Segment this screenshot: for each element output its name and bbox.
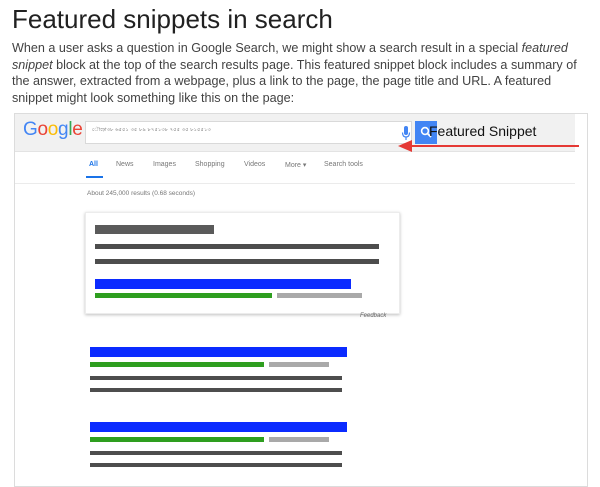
intro-text-rest: block at the top of the search results p…: [12, 57, 577, 105]
result-description-line: [90, 376, 342, 380]
result-url: [90, 362, 264, 367]
featured-snippet-callout-label: Featured Snippet: [429, 123, 537, 139]
tab-search-tools[interactable]: Search tools: [324, 161, 363, 168]
result-cached-link[interactable]: [269, 362, 329, 367]
google-logo-letter: G: [23, 119, 38, 140]
tab-all[interactable]: All: [89, 161, 98, 168]
snippet-summary-heading-bar: [95, 225, 214, 234]
google-logo-letter: o: [37, 119, 48, 140]
result-cached-link[interactable]: [269, 437, 329, 442]
result-title-link[interactable]: [90, 422, 347, 432]
search-tabs: All News Images Shopping Videos More ▾ S…: [15, 158, 575, 182]
snippet-url: [95, 293, 272, 298]
intro-text: When a user asks a question in Google Se…: [12, 41, 522, 55]
result-description-line: [90, 463, 342, 467]
google-logo[interactable]: Google: [23, 119, 83, 141]
result-url: [90, 437, 264, 442]
google-logo-letter: o: [47, 119, 59, 140]
search-query-text: ৌঢ়ো৩৮ ৬৫৫১ ৩৫ ৮৯ ৮৭৫১৩৮ ৭৫৫ ৩৫ ৮১৫৫১৩: [92, 127, 211, 133]
featured-snippet-box[interactable]: [85, 212, 400, 314]
snippet-text-line: [95, 244, 379, 249]
results-stats: About 245,000 results (0.68 seconds): [87, 190, 196, 197]
tab-images[interactable]: Images: [153, 161, 176, 168]
tab-shopping[interactable]: Shopping: [195, 161, 225, 168]
active-tab-indicator: [86, 176, 103, 178]
snippet-page-title-link[interactable]: [95, 279, 351, 289]
feedback-link[interactable]: Feedback: [360, 313, 386, 319]
intro-paragraph: When a user asks a question in Google Se…: [12, 40, 594, 106]
tab-videos[interactable]: Videos: [244, 161, 265, 168]
result-title-link[interactable]: [90, 347, 347, 357]
search-input[interactable]: ৌঢ়ো৩৮ ৬৫৫১ ৩৫ ৮৯ ৮৭৫১৩৮ ৭৫৫ ৩৫ ৮১৫৫১৩: [85, 121, 412, 144]
tab-more[interactable]: More ▾: [285, 161, 306, 169]
tab-news[interactable]: News: [116, 161, 134, 168]
result-description-line: [90, 451, 342, 455]
google-logo-letter: g: [58, 119, 69, 140]
result-description-line: [90, 388, 342, 392]
page-title: Featured snippets in search: [12, 4, 333, 34]
callout-arrow-icon: [398, 140, 579, 152]
google-logo-letter: e: [72, 119, 83, 140]
snippet-text-line: [95, 259, 379, 264]
snippet-cached-link[interactable]: [277, 293, 362, 298]
serp-illustration: Google ৌঢ়ো৩৮ ৬৫৫১ ৩৫ ৮৯ ৮৭৫১৩৮ ৭৫৫ ৩৫ ৮…: [14, 113, 588, 487]
tabs-divider: [15, 183, 575, 184]
